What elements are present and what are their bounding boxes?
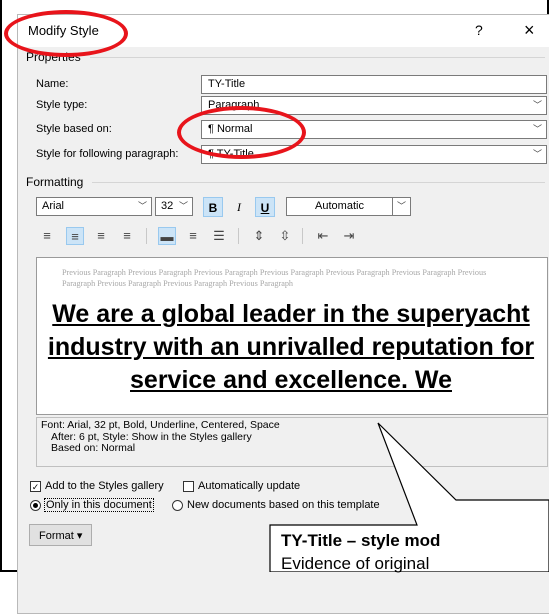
callout-title: TY-Title – style mod [281, 531, 441, 550]
callout-box [269, 422, 549, 572]
callout-subtitle: Evidence of original [281, 554, 430, 573]
